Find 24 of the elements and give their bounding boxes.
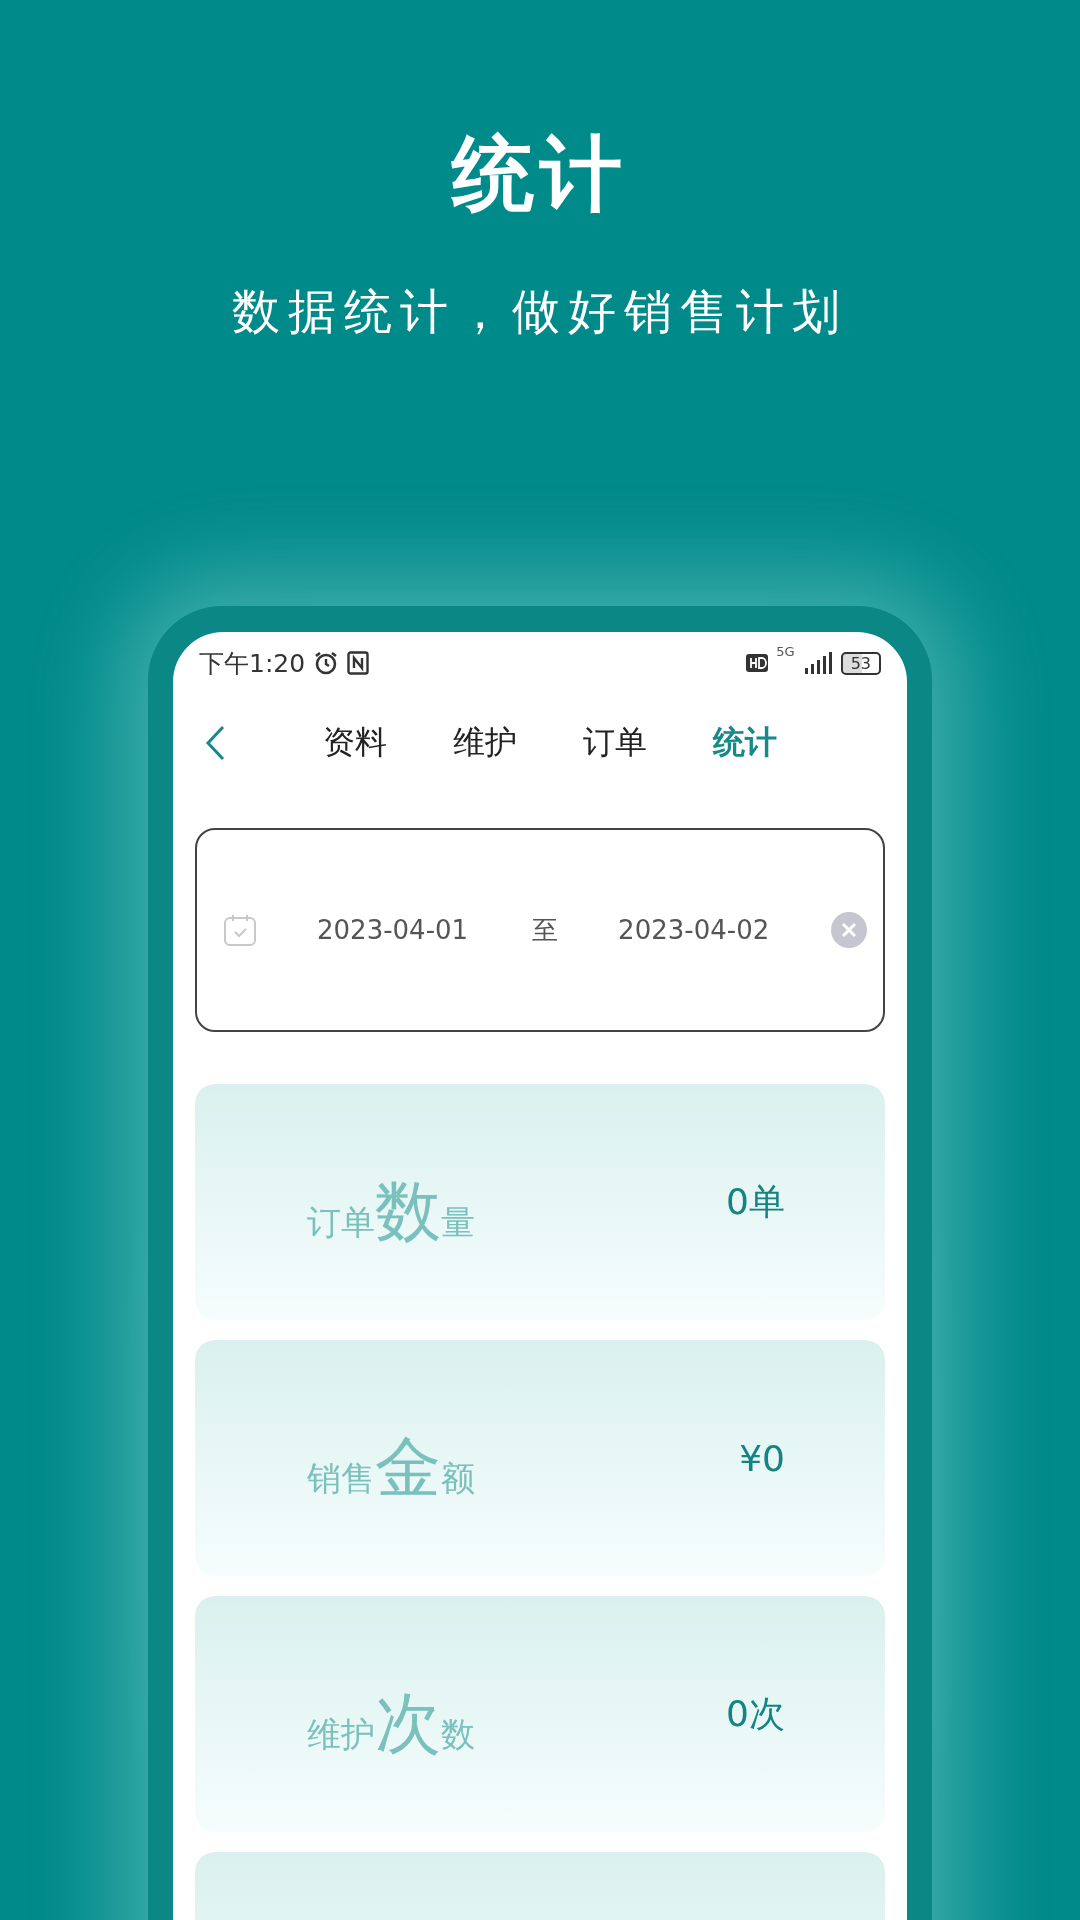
tab[interactable]: 统计 [713,721,777,765]
back-icon[interactable] [203,724,227,762]
tab[interactable]: 订单 [583,721,647,765]
stat-label: 维护次数 [307,1684,475,1764]
calendar-icon [223,913,257,947]
stat-label: 订单数量 [307,1172,475,1252]
stat-value: ¥0 [739,1437,785,1479]
status-time: 下午1:20 [199,647,306,680]
hd-icon [746,654,769,672]
start-date: 2023-04-01 [317,915,469,945]
promo-title: 统计 [452,125,628,223]
battery-indicator: 53 [840,651,881,675]
date-range-field[interactable]: 2023-04-01 至 2023-04-02 [195,828,885,1032]
stat-label: 销售金额 [307,1428,475,1508]
stat-value: 0单 [726,1179,785,1224]
network-type: 5G [776,644,795,659]
nfc-icon [347,651,370,675]
stat-value: 0次 [726,1691,785,1736]
promo-subtitle: 数据统计，做好销售计划 [232,282,848,341]
tab[interactable]: 资料 [323,721,387,765]
tab[interactable]: 维护 [453,721,517,765]
end-date: 2023-04-02 [618,915,770,945]
date-separator: 至 [532,913,559,947]
signal-icon [802,652,833,674]
